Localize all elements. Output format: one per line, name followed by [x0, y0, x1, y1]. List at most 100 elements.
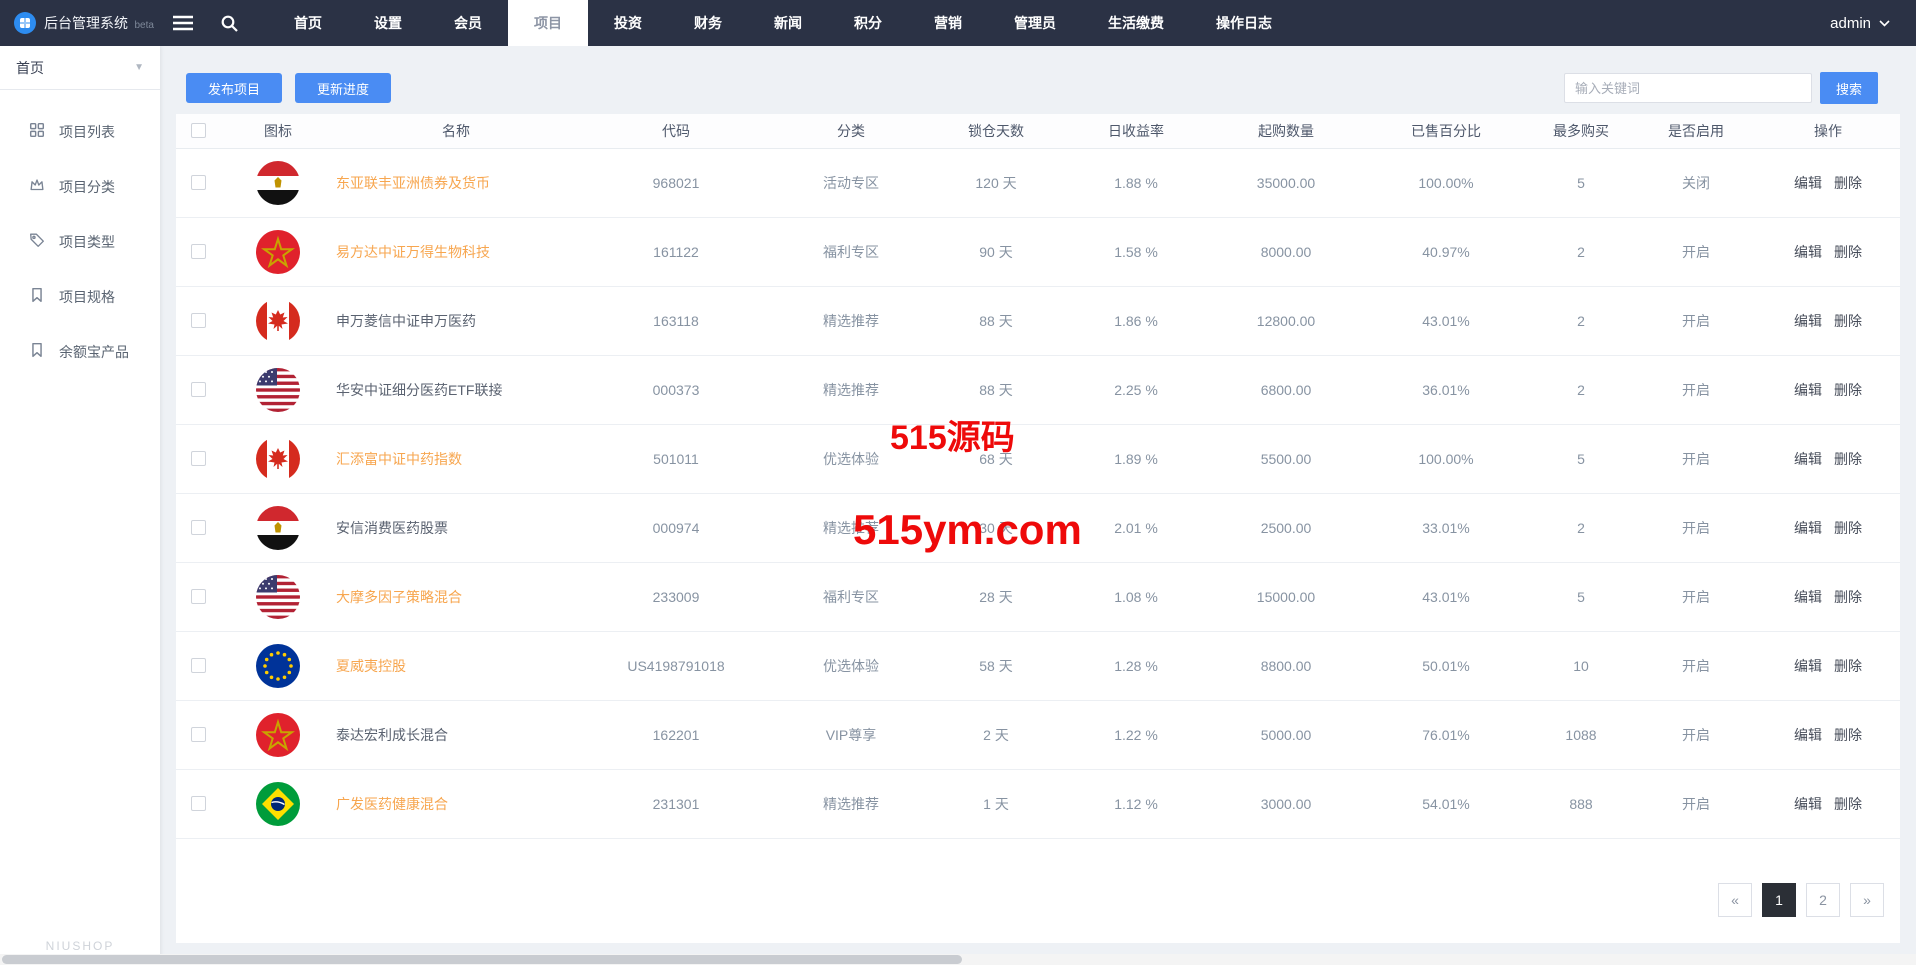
edit-button[interactable]: 编辑	[1794, 313, 1822, 329]
column-header-10: 是否启用	[1636, 114, 1756, 148]
edit-button[interactable]: 编辑	[1794, 244, 1822, 260]
hamburger-menu-icon[interactable]	[160, 0, 206, 46]
edit-button[interactable]: 编辑	[1794, 520, 1822, 536]
user-menu[interactable]: admin	[1830, 0, 1916, 46]
project-name-link[interactable]: 汇添富中证中药指数	[336, 451, 462, 467]
delete-button[interactable]: 删除	[1834, 244, 1862, 260]
sidebar-item-2[interactable]: 项目分类	[0, 159, 160, 214]
edit-button[interactable]: 编辑	[1794, 589, 1822, 605]
project-name-link[interactable]: 广发医药健康混合	[336, 796, 448, 812]
max-buy-cell: 5	[1526, 424, 1636, 493]
row-checkbox[interactable]	[191, 451, 206, 466]
edit-button[interactable]: 编辑	[1794, 796, 1822, 812]
edit-button[interactable]: 编辑	[1794, 727, 1822, 743]
select-all-checkbox[interactable]	[191, 123, 206, 138]
sidebar-item-1[interactable]: 项目列表	[0, 104, 160, 159]
edit-button[interactable]: 编辑	[1794, 658, 1822, 674]
delete-button[interactable]: 删除	[1834, 658, 1862, 674]
project-name-link[interactable]: 大摩多因子策略混合	[336, 589, 462, 605]
sidebar-section-home[interactable]: 首页 ▼	[0, 46, 160, 90]
max-buy-cell: 5	[1526, 148, 1636, 217]
toolbar: 发布项目 更新进度 搜索	[186, 72, 1878, 104]
row-actions-cell: 编辑删除	[1756, 217, 1900, 286]
project-name-link[interactable]: 夏威夷控股	[336, 658, 406, 674]
delete-button[interactable]: 删除	[1834, 313, 1862, 329]
row-checkbox[interactable]	[191, 796, 206, 811]
pagination-page-1[interactable]: 1	[1762, 883, 1796, 917]
pagination-next[interactable]: »	[1850, 883, 1884, 917]
enabled-cell: 开启	[1636, 493, 1756, 562]
app-beta-badge: beta	[134, 20, 153, 31]
search-button[interactable]: 搜索	[1820, 72, 1878, 104]
sidebar-item-3[interactable]: 项目类型	[0, 214, 160, 269]
edit-button[interactable]: 编辑	[1794, 175, 1822, 191]
sidebar-item-5[interactable]: 余额宝产品	[0, 324, 160, 379]
keyword-search-input[interactable]	[1564, 73, 1812, 103]
delete-button[interactable]: 删除	[1834, 175, 1862, 191]
nav-item-4[interactable]: 项目	[508, 0, 588, 46]
row-checkbox[interactable]	[191, 727, 206, 742]
publish-project-button[interactable]: 发布项目	[186, 73, 282, 103]
pagination-prev[interactable]: «	[1718, 883, 1752, 917]
brand-footer: NIUSHOP	[0, 939, 160, 953]
nav-item-8[interactable]: 积分	[828, 0, 908, 46]
nav-item-3[interactable]: 会员	[428, 0, 508, 46]
update-progress-button[interactable]: 更新进度	[295, 73, 391, 103]
delete-button[interactable]: 删除	[1834, 382, 1862, 398]
horizontal-scrollbar[interactable]	[0, 954, 1916, 965]
project-name-link[interactable]: 安信消费医药股票	[336, 520, 448, 536]
row-select-cell	[176, 700, 220, 769]
project-category-cell: 活动专区	[776, 148, 926, 217]
project-category-cell: 精选推荐	[776, 493, 926, 562]
row-checkbox[interactable]	[191, 382, 206, 397]
nav-item-1[interactable]: 首页	[268, 0, 348, 46]
enabled-cell: 开启	[1636, 562, 1756, 631]
project-name-link[interactable]: 易方达中证万得生物科技	[336, 244, 490, 260]
project-name-link[interactable]: 泰达宏利成长混合	[336, 727, 448, 743]
lock-days-cell: 120 天	[926, 148, 1066, 217]
project-name-link[interactable]: 申万菱信中证申万医药	[336, 313, 476, 329]
min-buy-cell: 3000.00	[1206, 769, 1366, 838]
max-buy-cell: 10	[1526, 631, 1636, 700]
pagination-page-2[interactable]: 2	[1806, 883, 1840, 917]
scrollbar-thumb[interactable]	[2, 955, 962, 964]
edit-button[interactable]: 编辑	[1794, 382, 1822, 398]
nav-item-11[interactable]: 生活缴费	[1082, 0, 1190, 46]
project-code-cell: 161122	[576, 217, 776, 286]
nav-item-12[interactable]: 操作日志	[1190, 0, 1298, 46]
project-name-link[interactable]: 华安中证细分医药ETF联接	[336, 382, 502, 398]
min-buy-cell: 6800.00	[1206, 355, 1366, 424]
sidebar-item-4[interactable]: 项目规格	[0, 269, 160, 324]
nav-item-9[interactable]: 营销	[908, 0, 988, 46]
row-flag-cell	[220, 355, 336, 424]
row-checkbox[interactable]	[191, 313, 206, 328]
daily-rate-cell: 1.22 %	[1066, 700, 1206, 769]
delete-button[interactable]: 删除	[1834, 589, 1862, 605]
delete-button[interactable]: 删除	[1834, 520, 1862, 536]
delete-button[interactable]: 删除	[1834, 451, 1862, 467]
nav-item-5[interactable]: 投资	[588, 0, 668, 46]
row-checkbox[interactable]	[191, 175, 206, 190]
project-name-link[interactable]: 东亚联丰亚洲债券及货币	[336, 175, 490, 191]
daily-rate-cell: 1.58 %	[1066, 217, 1206, 286]
row-select-cell	[176, 631, 220, 700]
project-code-cell: 968021	[576, 148, 776, 217]
delete-button[interactable]: 删除	[1834, 727, 1862, 743]
sidebar-items: 项目列表项目分类项目类型项目规格余额宝产品	[0, 90, 160, 379]
nav-item-2[interactable]: 设置	[348, 0, 428, 46]
row-checkbox[interactable]	[191, 520, 206, 535]
nav-item-10[interactable]: 管理员	[988, 0, 1082, 46]
nav-item-6[interactable]: 财务	[668, 0, 748, 46]
row-flag-cell	[220, 493, 336, 562]
row-checkbox[interactable]	[191, 589, 206, 604]
search-icon[interactable]	[206, 0, 252, 46]
row-checkbox[interactable]	[191, 658, 206, 673]
edit-button[interactable]: 编辑	[1794, 451, 1822, 467]
row-actions-cell: 编辑删除	[1756, 769, 1900, 838]
delete-button[interactable]: 删除	[1834, 796, 1862, 812]
sold-percent-cell: 50.01%	[1366, 631, 1526, 700]
row-flag-cell	[220, 700, 336, 769]
row-select-cell	[176, 562, 220, 631]
row-checkbox[interactable]	[191, 244, 206, 259]
nav-item-7[interactable]: 新闻	[748, 0, 828, 46]
